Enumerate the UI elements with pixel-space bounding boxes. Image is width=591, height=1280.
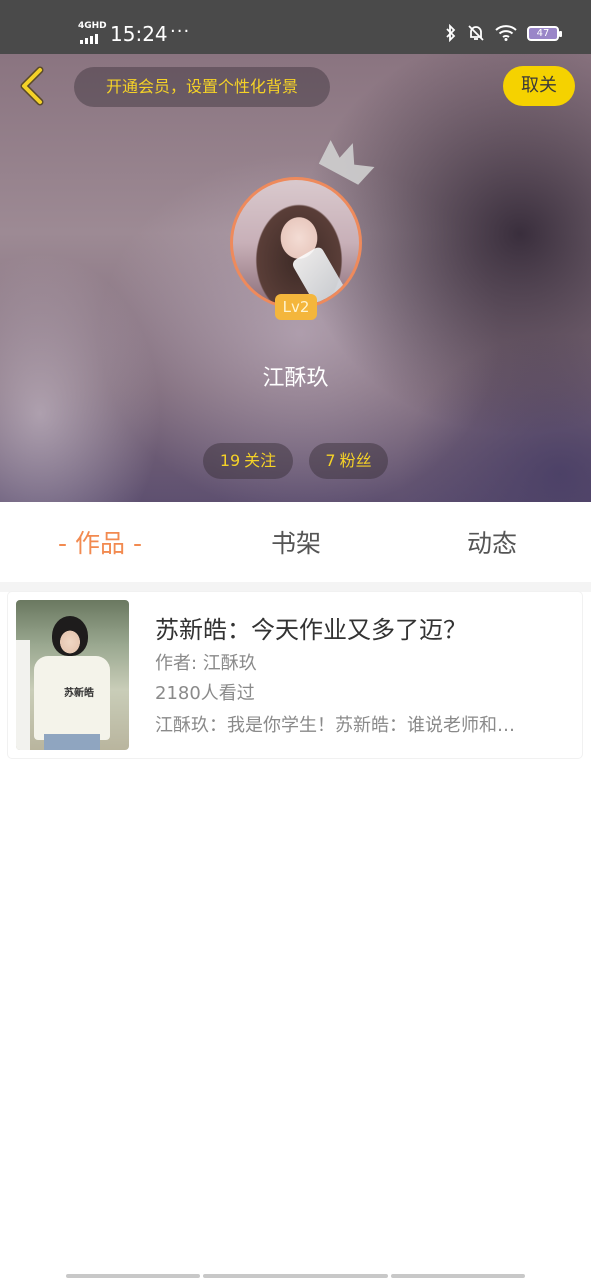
clock: 15:24 (110, 22, 168, 46)
nav-gesture-bar-left[interactable] (66, 1274, 200, 1278)
following-count-button[interactable]: 19 关注 (203, 443, 293, 479)
tab-active-indicator-right: - (133, 529, 143, 558)
back-button[interactable] (14, 66, 54, 106)
profile-tabs: - 作品 - 书架 动态 (0, 502, 591, 582)
status-bar: 4GHD 15:24 ··· 47 (0, 0, 591, 54)
work-summary: 江酥玖：我是你学生！苏新皓：谁说老师和… (155, 715, 515, 736)
wifi-icon (495, 25, 517, 41)
nav-gesture-bar-right[interactable] (391, 1274, 525, 1278)
work-author: 作者: 江酥玖 (155, 653, 257, 674)
fans-count: 7 (325, 451, 336, 470)
work-view-count: 2180人看过 (155, 683, 255, 704)
status-icons: 47 (445, 22, 562, 44)
more-notifications-icon: ··· (170, 21, 191, 42)
tab-works[interactable]: - 作品 - (30, 502, 170, 582)
work-list-item[interactable]: 苏新皓 苏新皓：今天作业又多了迈？ 作者: 江酥玖 2180人看过 江酥玖：我是… (8, 592, 582, 758)
cover-background-figure (16, 640, 30, 750)
cover-figure-head (52, 616, 88, 656)
following-label: 关注 (244, 451, 277, 470)
cover-shirt-text: 苏新皓 (64, 688, 94, 699)
tab-activity[interactable]: 动态 (422, 502, 562, 582)
cover-figure-jeans (44, 734, 100, 750)
fans-count-button[interactable]: 7 粉丝 (309, 443, 388, 479)
network-type: 4GHD (78, 21, 107, 31)
tab-bookshelf[interactable]: 书架 (226, 502, 366, 582)
vip-background-tip[interactable]: 开通会员，设置个性化背景 (74, 67, 330, 107)
tab-works-label: 作品 (74, 529, 125, 558)
bluetooth-icon (446, 24, 456, 42)
user-name: 江酥玖 (262, 366, 329, 391)
tab-active-indicator-left: - (57, 529, 67, 558)
unfollow-button[interactable]: 取关 (503, 66, 575, 106)
fans-label: 粉丝 (339, 451, 372, 470)
signal-icon (80, 34, 100, 44)
nav-gesture-bar-center[interactable] (203, 1274, 388, 1278)
section-divider (0, 582, 591, 592)
chevron-left-icon (20, 66, 44, 106)
following-count: 19 (219, 451, 241, 470)
work-title[interactable]: 苏新皓：今天作业又多了迈？ (155, 612, 467, 648)
work-cover-image[interactable]: 苏新皓 (16, 600, 129, 750)
battery-icon: 47 (527, 25, 562, 41)
profile-header: 开通会员，设置个性化背景 取关 Lv2 江酥玖 19 关注 7 粉丝 (0, 54, 591, 502)
avatar[interactable] (230, 177, 362, 309)
mute-bell-icon (468, 25, 484, 41)
level-badge: Lv2 (275, 294, 317, 320)
